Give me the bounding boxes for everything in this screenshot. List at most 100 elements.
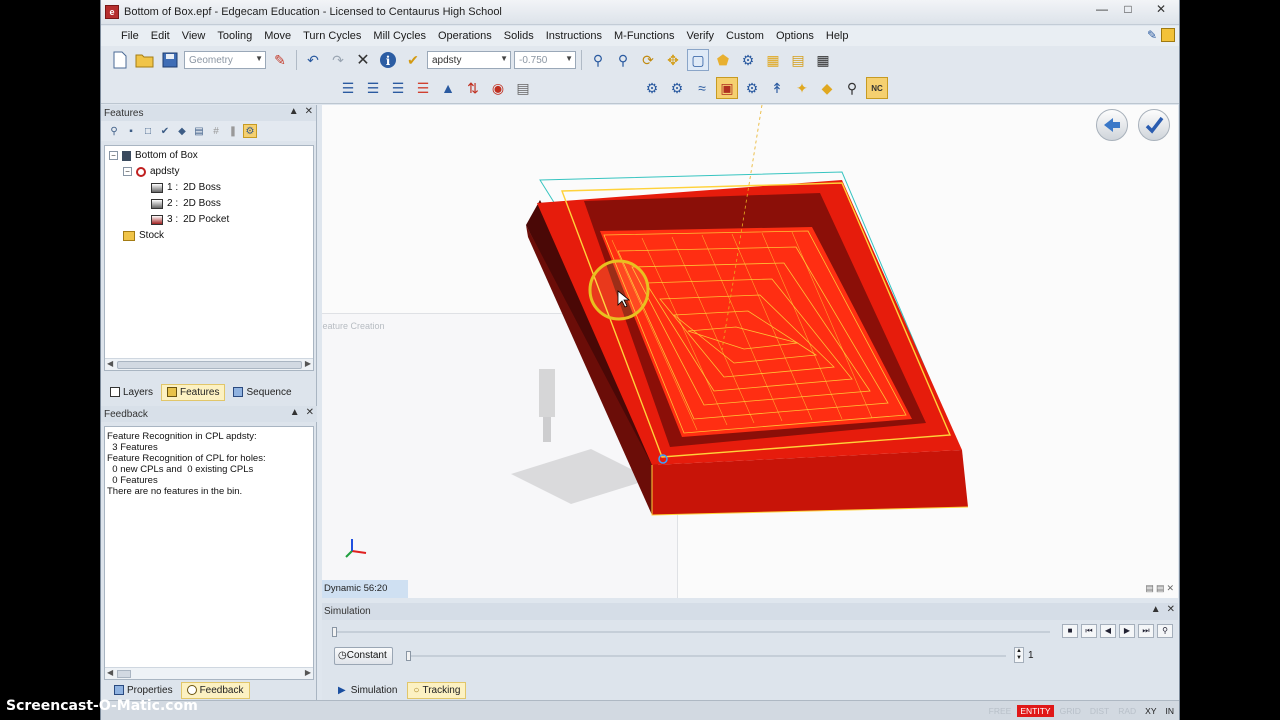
speed-slider[interactable] [406,651,1006,661]
feature-edit-icon[interactable]: ✔ [158,124,172,138]
minimize-button[interactable]: — [1089,0,1115,20]
shaded-view-icon[interactable]: ⬟ [712,49,734,71]
mill-op-1-icon[interactable]: ⚙ [641,77,663,99]
tree-stock[interactable]: Stock [123,230,164,241]
pin-icon[interactable]: ▲ [290,407,300,418]
feature-find-icon[interactable]: ⚲ [107,124,121,138]
status-entity[interactable]: ENTITY [1017,705,1054,717]
tree-root[interactable]: − Bottom of Box [109,150,198,161]
feature-filter-icon[interactable]: ⚙ [243,124,257,138]
menu-instructions[interactable]: Instructions [540,30,608,42]
geometry-combo[interactable]: Geometry ▼ [184,51,266,69]
tree-cpl[interactable]: − apdsty [123,166,179,177]
simulation-progress-slider[interactable] [332,627,1050,637]
open-folder-icon[interactable] [134,49,156,71]
pencil-icon[interactable]: ✎ [1147,28,1157,42]
play-button[interactable]: ▶ [1119,624,1135,638]
close-button[interactable]: ✕ [1141,0,1179,20]
feature-cylinder-icon[interactable]: ▪ [124,124,138,138]
menu-file[interactable]: File [115,30,145,42]
nc-code-icon[interactable]: NC [866,77,888,99]
menu-turn-cycles[interactable]: Turn Cycles [297,30,367,42]
viewport-close-icon[interactable]: ✕ [1166,583,1174,594]
tree-horizontal-scrollbar[interactable]: ◀ ▶ [105,358,313,370]
panel-close-icon[interactable]: ✕ [1167,604,1175,615]
verify-icon[interactable]: ✦ [791,77,813,99]
step-back-button[interactable]: ◀ [1100,624,1116,638]
tab-tracking[interactable]: ○ Tracking [407,681,467,699]
tab-feedback[interactable]: Feedback [180,681,250,699]
part-model[interactable] [322,105,1178,598]
mill-op-3-icon[interactable]: ≈ [691,77,713,99]
zoom-button[interactable]: ⚲ [1157,624,1173,638]
panel-close-icon[interactable]: ✕ [305,106,313,117]
pin-icon[interactable]: ▲ [1151,604,1161,615]
collapse-icon[interactable]: − [123,167,132,176]
restore-view-icon[interactable]: ▤ [1145,583,1154,594]
spinner-up-down[interactable]: ▲ ▼ [1014,647,1024,663]
view-options-icon[interactable]: ⚙ [737,49,759,71]
menu-edit[interactable]: Edit [145,30,176,42]
layout-icon[interactable] [1161,28,1175,42]
measure-icon[interactable]: ✔ [402,49,424,71]
simulate-icon[interactable]: ▣ [716,77,738,99]
feature-bin-icon[interactable]: □ [141,124,155,138]
boss-feature-icon[interactable]: ▲ [437,77,459,99]
new-file-icon[interactable] [109,49,131,71]
mill-op-2-icon[interactable]: ⚙ [666,77,688,99]
tool-icon[interactable]: ⚙ [741,77,763,99]
feature-pause-icon[interactable]: ❚ [226,124,240,138]
list-feature-icon[interactable]: ▤ [512,77,534,99]
tab-properties[interactable]: Properties [108,682,179,699]
feature-diamond-icon[interactable]: ◆ [175,124,189,138]
pin-icon[interactable]: ▲ [289,106,299,117]
depth-combo[interactable]: -0.750 ▼ [514,51,576,69]
delete-icon[interactable]: ✕ [352,49,374,71]
back-button[interactable] [1096,109,1128,141]
pocket-feature-icon[interactable]: ◉ [487,77,509,99]
status-grid[interactable]: GRID [1057,705,1084,717]
layers-view-icon[interactable]: ▦ [762,49,784,71]
feedback-horizontal-scrollbar[interactable]: ◀ ▶ [105,667,313,679]
pick-tool-icon[interactable]: ✎ [269,49,291,71]
feature-hash-icon[interactable]: # [209,124,223,138]
view-cube-icon[interactable]: ▢ [687,49,709,71]
maximize-button[interactable]: □ [1115,0,1141,20]
graphics-viewport[interactable]: Feature Creation Dynamic 56:20 ▤ ▤ ✕ [322,105,1178,598]
tile-view-icon[interactable]: ▤ [1156,583,1165,594]
undo-icon[interactable]: ↶ [302,49,324,71]
menu-view[interactable]: View [176,30,212,42]
feature-stack-icon[interactable]: ☰ [412,77,434,99]
tab-sequence[interactable]: Sequence [227,384,297,401]
stop-button[interactable]: ■ [1062,624,1078,638]
menu-help[interactable]: Help [820,30,855,42]
menu-options[interactable]: Options [770,30,820,42]
menu-solids[interactable]: Solids [498,30,540,42]
menu-operations[interactable]: Operations [432,30,498,42]
menu-move[interactable]: Move [258,30,297,42]
tab-simulation[interactable]: ▶ Simulation [332,682,403,699]
scroll-thumb[interactable] [117,361,302,369]
menu-verify[interactable]: Verify [681,30,721,42]
rewind-button[interactable]: ⏮ [1081,624,1097,638]
zoom-window-icon[interactable]: ⚲ [587,49,609,71]
fast-forward-button[interactable]: ⏭ [1138,624,1154,638]
tree-feature-1[interactable]: 1 : 2D Boss [151,182,221,193]
pan-view-icon[interactable]: ✥ [662,49,684,71]
progress-knob[interactable] [332,627,337,637]
status-xy[interactable]: XY [1142,705,1159,717]
magnify-icon[interactable]: ⚲ [841,77,863,99]
tree-feature-3[interactable]: 3 : 2D Pocket [151,214,229,225]
speed-knob[interactable] [406,651,411,661]
tree-feature-2[interactable]: 2 : 2D Boss [151,198,221,209]
cpl-combo[interactable]: apdsty ▼ [427,51,511,69]
tab-layers[interactable]: Layers [104,384,159,401]
menu-mill-cycles[interactable]: Mill Cycles [367,30,432,42]
info-icon[interactable]: i [377,49,399,71]
menu-m-functions[interactable]: M-Functions [608,30,681,42]
speed-mode-button[interactable]: ◷Constant [334,647,393,665]
display-settings-icon[interactable]: ▤ [787,49,809,71]
collapse-icon[interactable]: − [109,151,118,160]
stock-icon[interactable]: ◆ [816,77,838,99]
menu-custom[interactable]: Custom [720,30,770,42]
